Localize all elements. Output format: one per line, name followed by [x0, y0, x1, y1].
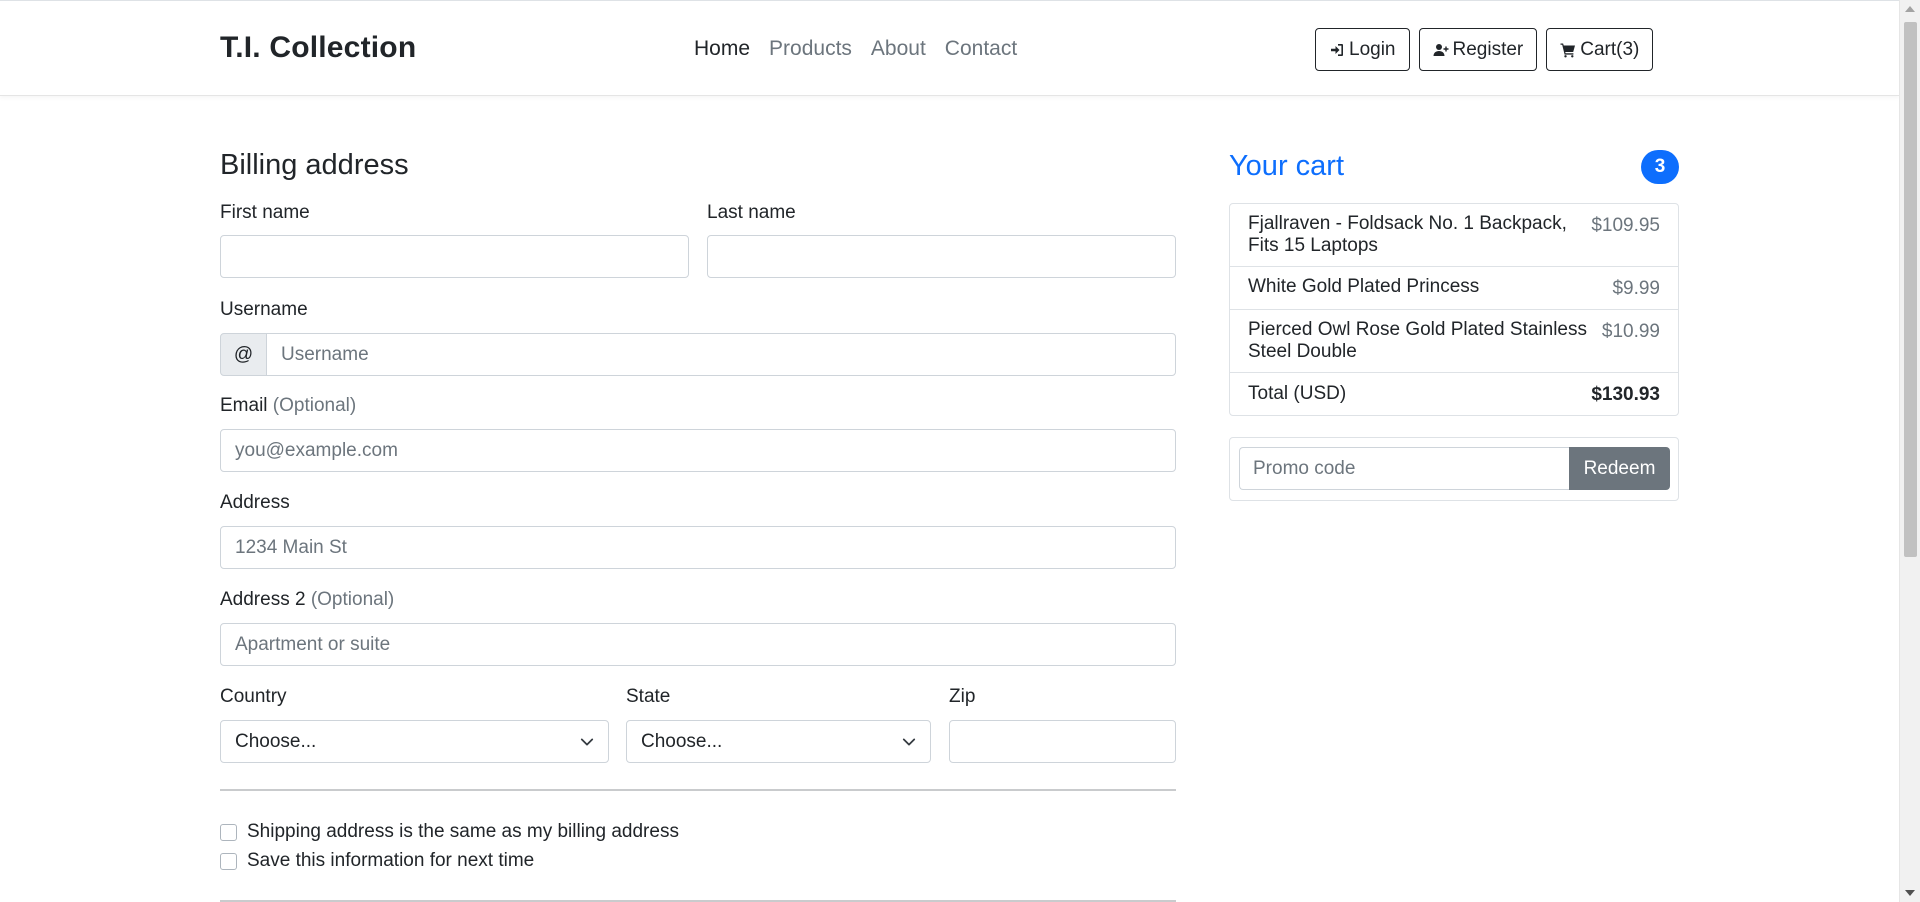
shopping-cart-icon [1560, 43, 1576, 57]
scroll-up-arrow-icon[interactable] [1905, 6, 1915, 12]
cart-list: Fjallraven - Foldsack No. 1 Backpack, Fi… [1229, 203, 1679, 416]
last-name-input[interactable] [707, 235, 1176, 278]
scroll-down-arrow-icon[interactable] [1905, 890, 1915, 896]
state-select[interactable]: Choose... [626, 720, 931, 763]
same-address-checkbox-row[interactable]: Shipping address is the same as my billi… [220, 821, 679, 843]
register-label: Register [1452, 38, 1524, 60]
cart-item: Fjallraven - Foldsack No. 1 Backpack, Fi… [1230, 204, 1678, 267]
country-select[interactable]: Choose... [220, 720, 609, 763]
nav-link-home[interactable]: Home [694, 37, 750, 61]
address2-optional-text: (Optional) [310, 589, 395, 610]
user-plus-icon [1433, 43, 1448, 56]
cart-item: Pierced Owl Rose Gold Plated Stainless S… [1230, 310, 1678, 373]
cart-item: White Gold Plated Princess $9.99 [1230, 267, 1678, 310]
cart-item-price: $10.99 [1601, 321, 1660, 342]
divider [220, 789, 1176, 791]
cart-total-value: $130.93 [1591, 384, 1660, 405]
cart-count-badge: 3 [1641, 150, 1679, 184]
zip-label: Zip [949, 686, 976, 707]
address2-input[interactable]: Apartment or suite [220, 623, 1176, 666]
country-label: Country [220, 686, 287, 707]
country-select-value: Choose... [235, 730, 317, 752]
sign-in-icon [1331, 43, 1343, 56]
email-label-text: Email [220, 395, 268, 416]
nav-buttons: Login Register Cart(3) [1315, 28, 1654, 71]
nav-link-contact[interactable]: Contact [945, 37, 1017, 61]
cart-item-name: White Gold Plated Princess [1248, 276, 1480, 297]
zip-input[interactable] [949, 720, 1176, 763]
save-info-checkbox-row[interactable]: Save this information for next time [220, 850, 534, 872]
login-button[interactable]: Login [1315, 28, 1410, 71]
cart-item-name: Pierced Owl Rose Gold Plated Stainless S… [1248, 319, 1587, 362]
cart-label: Cart(3) [1580, 38, 1640, 60]
cart-item-name: Fjallraven - Foldsack No. 1 Backpack, Fi… [1248, 213, 1567, 256]
nav-link-products[interactable]: Products [769, 37, 852, 61]
username-input[interactable]: Username [266, 333, 1176, 376]
first-name-label: First name [220, 202, 310, 223]
login-label: Login [1349, 38, 1396, 60]
cart-item-price: $109.95 [1591, 215, 1660, 236]
redeem-button[interactable]: Redeem [1569, 447, 1670, 490]
page: T.I. Collection Home Products About Cont… [0, 0, 1920, 902]
save-info-checkbox[interactable] [220, 852, 237, 870]
cart-total-row: Total (USD) $130.93 [1230, 373, 1678, 415]
address2-label-text: Address 2 [220, 589, 306, 610]
address-label: Address [220, 492, 290, 513]
cart-total-label: Total (USD) [1248, 383, 1347, 404]
email-label: Email (Optional) [220, 395, 356, 417]
state-label: State [626, 686, 671, 707]
email-input[interactable]: you@example.com [220, 429, 1176, 472]
billing-heading: Billing address [220, 149, 409, 181]
register-button[interactable]: Register [1418, 28, 1538, 71]
last-name-label: Last name [707, 202, 796, 223]
chevron-down-icon [902, 738, 916, 745]
brand-logo[interactable]: T.I. Collection [220, 31, 416, 65]
same-address-checkbox[interactable] [220, 823, 237, 841]
address2-label: Address 2 (Optional) [220, 589, 394, 611]
promo-code-input[interactable]: Promo code [1239, 447, 1569, 490]
navbar: T.I. Collection Home Products About Cont… [0, 0, 1899, 96]
save-info-label: Save this information for next time [247, 850, 535, 871]
nav-link-about[interactable]: About [871, 37, 926, 61]
username-prefix: @ [220, 333, 267, 376]
nav-links: Home Products About Contact [694, 37, 1017, 61]
chevron-down-icon [580, 738, 594, 745]
username-label: Username [220, 299, 308, 320]
promo-card: Promo code Redeem [1229, 437, 1679, 501]
scrollbar-thumb[interactable] [1904, 22, 1917, 557]
page-scrollbar[interactable] [1899, 0, 1920, 902]
cart-title: Your cart [1229, 150, 1344, 182]
email-optional-text: (Optional) [272, 395, 357, 416]
state-select-value: Choose... [641, 730, 723, 752]
cart-item-price: $9.99 [1612, 278, 1660, 299]
cart-button[interactable]: Cart(3) [1546, 28, 1654, 71]
address-input[interactable]: 1234 Main St [220, 526, 1176, 569]
same-address-label: Shipping address is the same as my billi… [247, 821, 679, 842]
first-name-input[interactable] [220, 235, 689, 278]
